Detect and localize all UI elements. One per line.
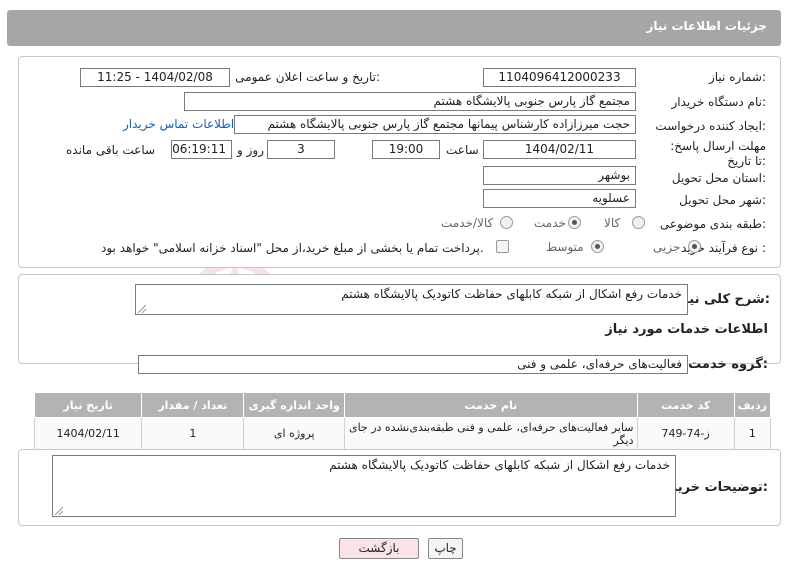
process-radio-minor[interactable] <box>688 240 701 253</box>
buyer-org-label: نام دستگاه خریدار: <box>671 95 767 109</box>
province-label: استان محل تحویل: <box>671 171 766 185</box>
category-label: طبقه بندی موضوعی: <box>659 217 766 231</box>
column-header-row-number: ردیف <box>733 392 772 418</box>
deadline-time-label: ساعت <box>446 143 479 157</box>
resize-grip-icon[interactable] <box>138 305 146 313</box>
announce-datetime-label: تاریخ و ساعت اعلان عمومی: <box>235 70 380 84</box>
city-field: عسلویه <box>483 189 636 208</box>
column-header-service-name: نام خدمت <box>344 392 638 418</box>
deadline-date-field: 1404/02/11 <box>483 140 636 159</box>
need-number-label: شماره نیاز: <box>708 70 766 84</box>
buyer-contact-link[interactable]: اطلاعات تماس خریدار <box>123 117 234 131</box>
days-label: روز و <box>237 143 264 157</box>
table-row: 1 ز-74-749 سایر فعالیت‌های حرفه‌ای، علمی… <box>33 417 772 450</box>
process-radio-medium[interactable] <box>591 240 604 253</box>
time-remaining-label: ساعت باقی مانده <box>66 143 156 157</box>
creator-label: ایجاد کننده درخواست: <box>655 119 766 133</box>
need-number-field: 1104096412000233 <box>483 68 636 87</box>
cell-service-code: ز-74-749 <box>636 417 735 450</box>
column-header-service-code: کد خدمت <box>636 392 735 418</box>
category-radio-goods[interactable] <box>632 216 645 229</box>
back-button[interactable]: بازگشت <box>339 538 419 559</box>
cell-service-name: سایر فعالیت‌های حرفه‌ای، علمی و فنی طبقه… <box>344 417 638 450</box>
resize-grip-icon[interactable] <box>55 507 63 515</box>
buyer-org-field: مجتمع گاز پارس جنوبی پالایشگاه هشتم <box>184 92 636 111</box>
services-section-title: اطلاعات خدمات مورد نیاز <box>605 322 768 337</box>
category-radio-goods-service[interactable] <box>500 216 513 229</box>
cell-unit: پروژه ای <box>243 417 346 450</box>
summary-textarea[interactable]: خدمات رفع اشکال از شبکه کابلهای حفاظت کا… <box>135 284 688 315</box>
category-option-goods-service: کالا/خدمت <box>441 216 494 230</box>
services-table: ردیف کد خدمت نام خدمت واحد اندازه گیری ت… <box>33 392 772 450</box>
deadline-label: مهلت ارسال پاسخ: تا تاریخ: <box>670 139 766 168</box>
column-header-unit: واحد اندازه گیری <box>243 392 346 418</box>
cell-quantity: 1 <box>141 417 245 450</box>
summary-text: خدمات رفع اشکال از شبکه کابلهای حفاظت کا… <box>341 287 682 301</box>
cell-need-date: 1404/02/11 <box>33 417 143 450</box>
column-header-quantity: تعداد / مقدار <box>141 392 245 418</box>
announce-datetime-field: 1404/02/08 - 11:25 <box>80 68 230 87</box>
category-option-service: خدمت <box>534 216 566 230</box>
process-option-medium: متوسط <box>546 240 584 254</box>
treasury-payment-checkbox[interactable] <box>496 240 509 253</box>
summary-label: شرح کلی نیاز: <box>676 292 770 307</box>
table-header-row: ردیف کد خدمت نام خدمت واحد اندازه گیری ت… <box>33 392 772 418</box>
process-option-minor: جزیی <box>653 240 681 254</box>
treasury-payment-note: پرداخت تمام یا بخشی از مبلغ خرید،از محل … <box>101 241 484 255</box>
page-title: جزئیات اطلاعات نیاز <box>646 19 767 33</box>
print-button[interactable]: چاپ <box>428 538 463 559</box>
page-header: جزئیات اطلاعات نیاز <box>7 10 781 46</box>
days-remaining-field: 3 <box>267 140 335 159</box>
service-group-field: فعالیت‌های حرفه‌ای، علمی و فنی <box>138 355 688 374</box>
service-group-label: گروه خدمت: <box>688 357 768 372</box>
buyer-notes-text: خدمات رفع اشکال از شبکه کابلهای حفاظت کا… <box>329 458 670 472</box>
column-header-need-date: تاریخ نیاز <box>33 392 143 418</box>
city-label: شهر محل تحویل: <box>679 193 766 207</box>
province-field: بوشهر <box>483 166 636 185</box>
category-option-goods: کالا <box>604 216 621 230</box>
time-remaining-field: 06:19:11 <box>171 140 232 159</box>
category-radio-service[interactable] <box>568 216 581 229</box>
cell-row-number: 1 <box>733 417 772 450</box>
creator-field: حجت میرزازاده کارشناس پیمانها مجتمع گاز … <box>234 115 636 134</box>
deadline-time-field: 19:00 <box>372 140 440 159</box>
buyer-notes-textarea[interactable]: خدمات رفع اشکال از شبکه کابلهای حفاظت کا… <box>52 455 676 517</box>
